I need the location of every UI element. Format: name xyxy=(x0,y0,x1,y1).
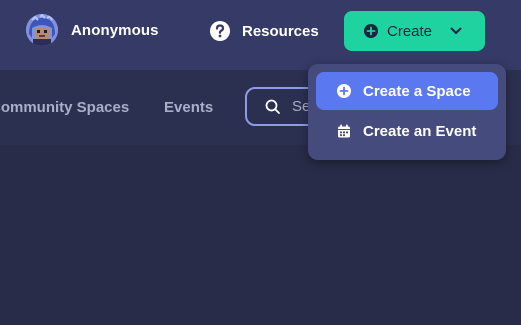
avatar-image xyxy=(26,14,58,46)
menu-item-label: Create an Event xyxy=(363,122,477,140)
menu-item-create-space[interactable]: Create a Space xyxy=(316,72,498,110)
avatar[interactable] xyxy=(26,14,58,46)
help-icon xyxy=(209,20,231,42)
profile-menu[interactable]: Anonymous xyxy=(26,14,159,46)
create-dropdown-menu: Create a Space Create an Event xyxy=(308,64,506,160)
profile-name: Anonymous xyxy=(71,21,159,39)
plus-circle-icon xyxy=(337,84,351,98)
nav-events[interactable]: Events xyxy=(164,99,213,116)
menu-item-create-event[interactable]: Create an Event xyxy=(316,112,498,150)
resources-label: Resources xyxy=(242,22,319,40)
menu-item-label: Create a Space xyxy=(363,82,471,100)
plus-circle-icon xyxy=(364,24,378,38)
chevron-down-icon xyxy=(449,24,463,38)
create-button[interactable]: Create xyxy=(344,11,485,51)
resources-link[interactable]: Resources xyxy=(209,20,319,42)
create-button-label: Create xyxy=(387,22,433,40)
calendar-icon xyxy=(337,124,351,138)
search-icon xyxy=(265,99,281,115)
nav-community-spaces[interactable]: Community Spaces xyxy=(0,99,129,116)
